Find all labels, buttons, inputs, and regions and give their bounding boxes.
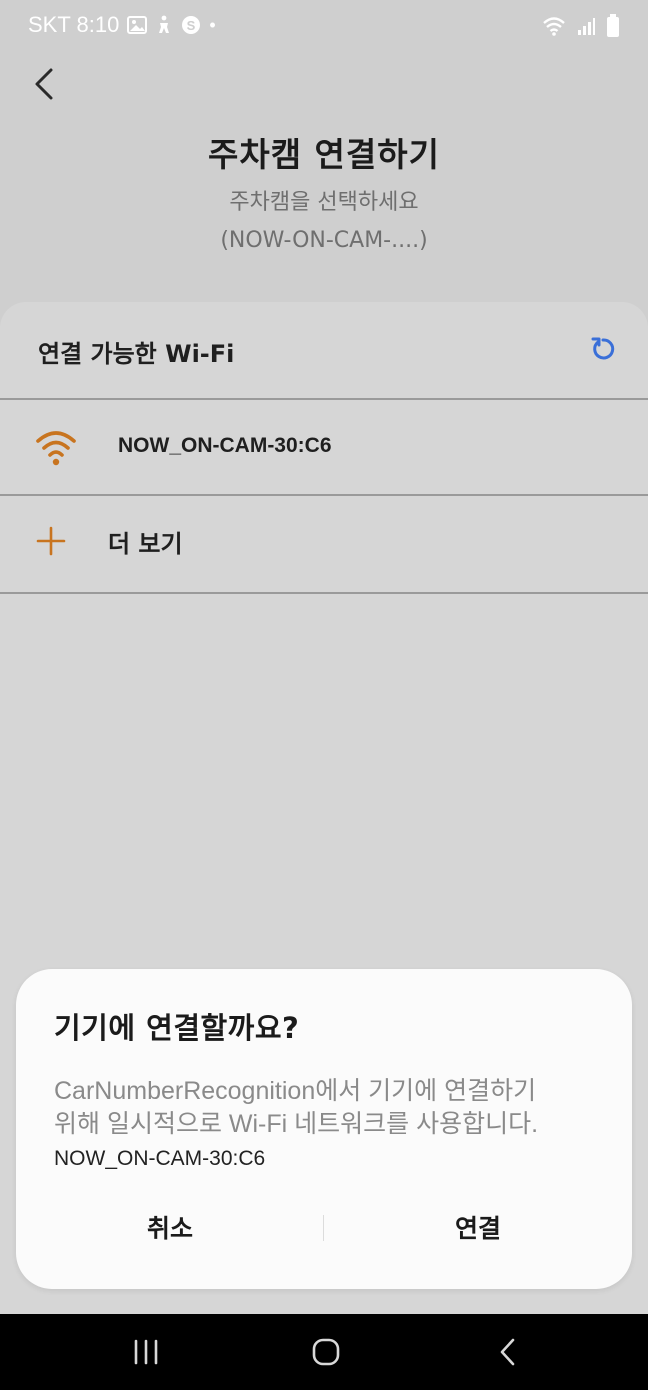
accessibility-icon (155, 15, 173, 35)
dialog-message-line-1: CarNumberRecognition에서 기기에 연결하기 (54, 1077, 537, 1105)
wifi-section-header: 연결 가능한 Wi-Fi (0, 302, 648, 400)
back-icon (500, 1338, 515, 1366)
signal-icon (576, 16, 596, 36)
s-badge-icon: S (181, 15, 201, 35)
svg-text:S: S (187, 18, 196, 33)
dialog-message-line-2: 위해 일시적으로 Wi-Fi 네트워크를 사용합니다. (54, 1110, 539, 1138)
wifi-network-row[interactable]: NOW_ON-CAM-30:C6 (0, 400, 648, 496)
refresh-icon (591, 337, 615, 360)
wifi-ssid-label: NOW_ON-CAM-30:C6 (118, 434, 332, 457)
recent-apps-icon (134, 1339, 158, 1365)
chevron-left-icon (35, 68, 53, 100)
subtitle-line-1: 주차캠을 선택하세요 (229, 190, 419, 215)
wifi-status-icon (542, 15, 566, 37)
page-title: 주차캠 연결하기 (207, 135, 440, 174)
status-left: SKT 8:10 S • (28, 12, 216, 38)
page-subtitle: 주차캠을 선택하세요 (NOW-ON-CAM-....) (0, 184, 648, 260)
recent-apps-button[interactable] (116, 1332, 176, 1372)
battery-icon (606, 14, 620, 38)
navigation-bar (0, 1314, 648, 1390)
home-button[interactable] (296, 1332, 356, 1372)
status-right (542, 14, 620, 38)
section-title: 연결 가능한 Wi-Fi (38, 340, 235, 368)
carrier-time: SKT 8:10 (28, 12, 120, 37)
back-button[interactable] (24, 64, 64, 104)
status-dot: • (209, 14, 216, 35)
dialog-ssid: NOW_ON-CAM-30:C6 (54, 1147, 266, 1170)
connect-button[interactable]: 연결 (324, 1199, 632, 1255)
dialog-title: 기기에 연결할까요? (54, 1011, 300, 1045)
connect-dialog: 기기에 연결할까요? CarNumberRecognition에서 기기에 연결… (16, 969, 632, 1289)
nav-back-button[interactable] (478, 1332, 538, 1372)
refresh-button[interactable] (588, 334, 618, 364)
wifi-icon (34, 428, 78, 468)
more-button[interactable]: 더 보기 (0, 496, 648, 594)
plus-icon (36, 526, 66, 556)
status-bar: SKT 8:10 S • (0, 0, 648, 56)
subtitle-line-2: (NOW-ON-CAM-....) (220, 228, 428, 253)
cancel-button[interactable]: 취소 (16, 1199, 324, 1255)
more-label: 더 보기 (108, 530, 183, 558)
dialog-message: CarNumberRecognition에서 기기에 연결하기 위해 일시적으로… (54, 1075, 614, 1141)
home-icon (312, 1338, 340, 1366)
gallery-icon (127, 15, 148, 35)
